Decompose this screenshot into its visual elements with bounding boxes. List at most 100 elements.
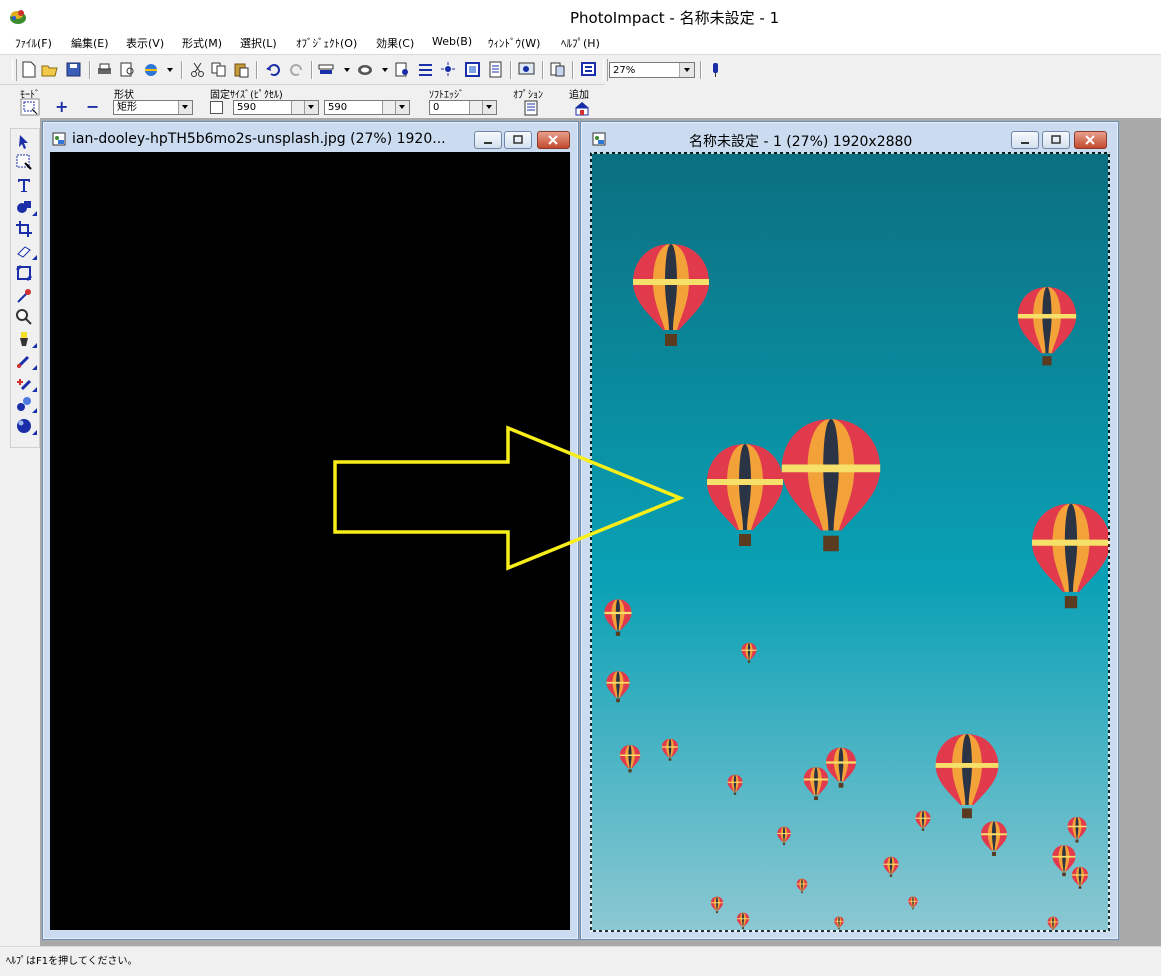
soft-edge-label: ｿﾌﾄｴｯｼﾞ [429, 90, 464, 101]
image-document-icon [52, 132, 66, 146]
paste-icon[interactable] [233, 61, 250, 78]
mask-icon[interactable] [357, 61, 374, 78]
restore-icon [513, 135, 523, 144]
options-icon[interactable] [523, 100, 539, 116]
chevron-down-icon[interactable] [382, 68, 388, 72]
eraser-tool-icon[interactable] [15, 242, 37, 260]
toolbar-separator [181, 61, 183, 79]
width-spinner[interactable] [291, 101, 304, 114]
toolbar-grip[interactable] [12, 59, 17, 81]
text-tool-icon[interactable] [15, 176, 33, 194]
toolbar-separator [311, 61, 313, 79]
width-value: 590 [237, 102, 257, 113]
retouch-tool-icon[interactable] [15, 374, 37, 392]
save-icon[interactable] [65, 61, 82, 78]
frame-icon[interactable] [464, 61, 481, 78]
status-text: ﾍﾙﾌﾟはF1を押してください。 [6, 956, 138, 967]
maximize-button[interactable] [1042, 131, 1070, 149]
pin-icon[interactable] [707, 61, 724, 78]
new-document-title: 名称未設定 - 1 (27%) 1920x2880 [689, 134, 913, 150]
minimize-button[interactable] [1011, 131, 1039, 149]
brightness-icon[interactable] [440, 61, 457, 78]
minimize-icon [484, 142, 492, 144]
height-field[interactable]: 590 [324, 100, 410, 115]
transform-tool-icon[interactable] [15, 264, 33, 282]
options-label: ｵﾌﾟｼｮﾝ [513, 90, 543, 101]
print-icon[interactable] [96, 61, 113, 78]
maximize-button[interactable] [504, 131, 532, 149]
height-spinner[interactable] [382, 101, 395, 114]
3d-sphere-tool-icon[interactable] [15, 417, 37, 435]
copy-icon[interactable] [210, 61, 227, 78]
eyedropper-tool-icon[interactable] [15, 287, 33, 305]
add-to-selection-button[interactable]: + [55, 97, 68, 116]
fill-tool-icon[interactable] [15, 330, 37, 348]
width-field[interactable]: 590 [233, 100, 319, 115]
fixed-size-checkbox[interactable] [210, 101, 223, 114]
menu-select[interactable]: 選択(L) [240, 35, 277, 51]
undo-icon[interactable] [265, 61, 282, 78]
height-value: 590 [328, 102, 348, 113]
chevron-down-icon[interactable] [482, 101, 496, 114]
clone-tool-icon[interactable] [15, 395, 37, 413]
chevron-down-icon[interactable] [304, 101, 318, 114]
zoom-tool-icon[interactable] [580, 61, 597, 78]
tool-palette [10, 128, 40, 448]
layer-icon[interactable] [318, 61, 335, 78]
toolbar-separator [700, 61, 702, 79]
cut-icon[interactable] [189, 61, 206, 78]
print-preview-icon[interactable] [119, 61, 136, 78]
image-info-icon[interactable] [394, 61, 411, 78]
menu-file[interactable]: ﾌｧｲﾙ(F) [15, 35, 52, 51]
close-icon [1085, 135, 1095, 145]
chevron-down-icon[interactable] [395, 101, 409, 114]
adjust-icon[interactable] [417, 61, 434, 78]
crop-tool-icon[interactable] [15, 220, 33, 238]
shape-tool-icon[interactable] [15, 198, 37, 216]
zoom-tool-icon[interactable] [15, 308, 33, 326]
chevron-down-icon[interactable] [178, 101, 192, 114]
new-file-icon[interactable] [20, 61, 37, 78]
zoom-level-value: 27% [613, 65, 636, 76]
web-browser-icon[interactable] [143, 61, 160, 78]
chevron-down-icon[interactable] [167, 68, 173, 72]
menu-web[interactable]: Web(B) [432, 35, 472, 48]
new-selection-mode-icon[interactable] [20, 98, 40, 116]
redo-icon[interactable] [288, 61, 305, 78]
menu-view[interactable]: 表示(V) [126, 35, 164, 51]
toolbar-grip[interactable] [603, 59, 608, 81]
minimize-button[interactable] [474, 131, 502, 149]
selection-tool-icon[interactable] [15, 153, 33, 171]
menu-effect[interactable]: 効果(C) [376, 35, 414, 51]
menu-format[interactable]: 形式(M) [182, 35, 222, 51]
paint-brush-tool-icon[interactable] [15, 352, 37, 370]
image-document-icon [592, 132, 606, 146]
menu-edit[interactable]: 編集(E) [71, 35, 109, 51]
document-icon[interactable] [487, 61, 504, 78]
menu-window[interactable]: ｳｨﾝﾄﾞｳ(W) [488, 35, 540, 51]
soft-edge-field[interactable]: 0 [429, 100, 497, 115]
chevron-down-icon[interactable] [344, 68, 350, 72]
view-icon[interactable] [549, 61, 566, 78]
add-to-library-icon[interactable] [573, 100, 591, 116]
pick-tool-icon[interactable] [15, 133, 33, 151]
shape-label: 形状 [114, 90, 134, 101]
add-label: 追加 [569, 90, 589, 101]
close-button[interactable] [1074, 131, 1107, 149]
shape-select[interactable]: 矩形 [113, 100, 193, 115]
standard-toolbar [0, 55, 1161, 85]
chevron-down-icon[interactable] [679, 63, 694, 77]
open-folder-icon[interactable] [41, 61, 58, 78]
source-document-title: ian-dooley-hpTH5b6mo2s-unsplash.jpg (27%… [72, 131, 446, 147]
zoom-level-select[interactable]: 27% [609, 62, 695, 78]
subtract-from-selection-button[interactable]: − [86, 97, 99, 116]
menu-object[interactable]: ｵﾌﾞｼﾞｪｸﾄ(O) [296, 35, 357, 51]
menu-bar: ﾌｧｲﾙ(F) 編集(E) 表示(V) 形式(M) 選択(L) ｵﾌﾞｼﾞｪｸﾄ… [0, 32, 1161, 55]
close-button[interactable] [537, 131, 570, 149]
toolbar-separator [572, 61, 574, 79]
toolbar-separator [256, 61, 258, 79]
screen-capture-icon[interactable] [518, 61, 535, 78]
soft-edge-spinner[interactable] [469, 101, 482, 114]
menu-help[interactable]: ﾍﾙﾌﾟ(H) [561, 35, 600, 51]
window-title: PhotoImpact - 名称未設定 - 1 [570, 9, 780, 27]
